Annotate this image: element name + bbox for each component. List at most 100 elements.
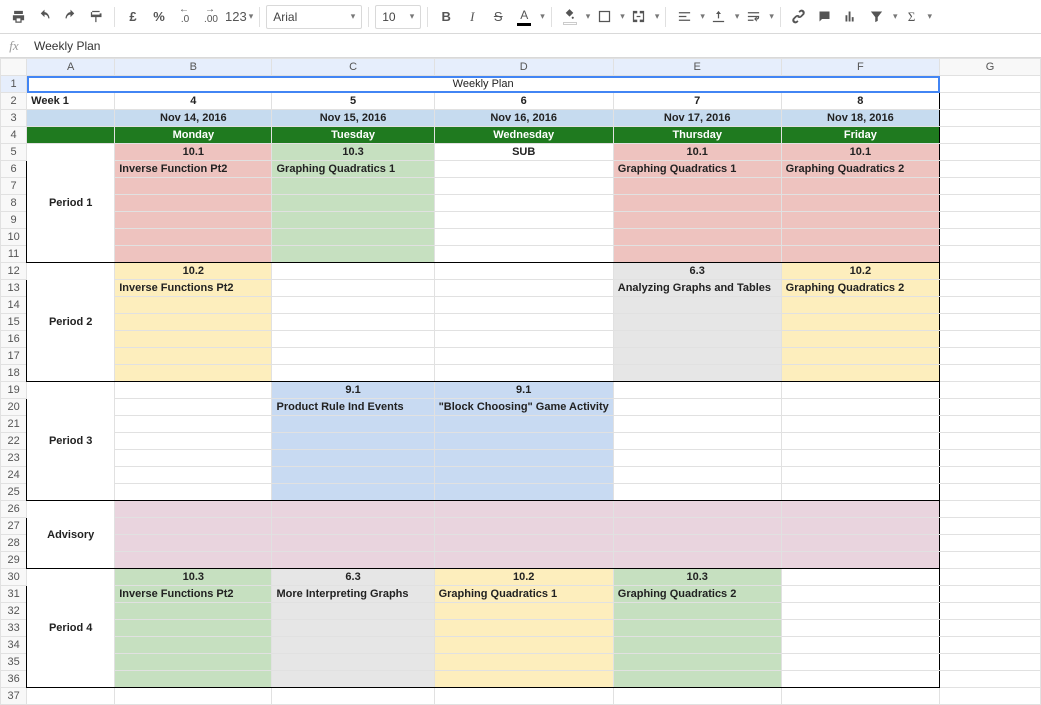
row-header[interactable]: 35 (1, 654, 27, 671)
period-label-cell[interactable]: Period 2 (27, 263, 115, 382)
date-cell[interactable]: Nov 17, 2016 (613, 110, 781, 127)
chart-button[interactable] (839, 5, 863, 29)
lesson-fill-cell[interactable] (434, 178, 613, 195)
advisory-fill-cell[interactable] (272, 552, 434, 569)
lesson-fill-cell[interactable] (613, 416, 781, 433)
col-header[interactable]: C (272, 59, 434, 76)
lesson-fill-cell[interactable] (613, 246, 781, 263)
filter-button[interactable] (865, 5, 889, 29)
lesson-topic-cell[interactable] (613, 399, 781, 416)
lesson-num-cell[interactable]: SUB (434, 144, 613, 161)
lesson-fill-cell[interactable] (781, 637, 939, 654)
day-cell[interactable]: Wednesday (434, 127, 613, 144)
borders-button[interactable] (592, 5, 616, 29)
lesson-fill-cell[interactable] (781, 671, 939, 688)
period-label-cell[interactable]: Advisory (27, 501, 115, 569)
cell[interactable] (940, 671, 1041, 688)
lesson-fill-cell[interactable] (781, 195, 939, 212)
lesson-topic-cell[interactable]: Graphing Quadratics 1 (434, 586, 613, 603)
lesson-fill-cell[interactable] (115, 467, 272, 484)
undo-icon[interactable] (32, 5, 56, 29)
lesson-fill-cell[interactable] (613, 467, 781, 484)
lesson-fill-cell[interactable] (781, 603, 939, 620)
comment-button[interactable] (813, 5, 837, 29)
h-align-button[interactable] (672, 5, 696, 29)
lesson-fill-cell[interactable] (613, 654, 781, 671)
lesson-fill-cell[interactable] (115, 620, 272, 637)
row-header[interactable]: 31 (1, 586, 27, 603)
lesson-num-cell[interactable] (115, 382, 272, 399)
lesson-num-cell[interactable]: 10.1 (781, 144, 939, 161)
row-header[interactable]: 10 (1, 229, 27, 246)
cell[interactable] (115, 688, 272, 705)
week-label-cell[interactable]: Week 1 (27, 93, 115, 110)
lesson-fill-cell[interactable] (272, 348, 434, 365)
row-header[interactable]: 23 (1, 450, 27, 467)
row-header[interactable]: 36 (1, 671, 27, 688)
lesson-fill-cell[interactable] (434, 433, 613, 450)
lesson-fill-cell[interactable] (613, 484, 781, 501)
text-color-dropdown[interactable]: ▾ (540, 11, 545, 22)
advisory-fill-cell[interactable] (115, 535, 272, 552)
lesson-num-cell[interactable]: 6.3 (613, 263, 781, 280)
cell[interactable] (940, 552, 1041, 569)
lesson-fill-cell[interactable] (434, 212, 613, 229)
lesson-num-cell[interactable]: 10.2 (781, 263, 939, 280)
row-header[interactable]: 4 (1, 127, 27, 144)
lesson-fill-cell[interactable] (781, 331, 939, 348)
currency-button[interactable]: £ (121, 5, 145, 29)
cell[interactable] (940, 518, 1041, 535)
lesson-fill-cell[interactable] (115, 416, 272, 433)
lesson-fill-cell[interactable] (434, 348, 613, 365)
lesson-fill-cell[interactable] (115, 178, 272, 195)
lesson-fill-cell[interactable] (781, 348, 939, 365)
lesson-fill-cell[interactable] (272, 365, 434, 382)
lesson-fill-cell[interactable] (115, 637, 272, 654)
lesson-num-cell[interactable]: 10.1 (115, 144, 272, 161)
lesson-fill-cell[interactable] (434, 297, 613, 314)
period-label-cell[interactable]: Period 3 (27, 382, 115, 501)
lesson-fill-cell[interactable] (434, 654, 613, 671)
lesson-num-cell[interactable]: 10.2 (115, 263, 272, 280)
advisory-fill-cell[interactable] (115, 501, 272, 518)
cell[interactable] (940, 382, 1041, 399)
cell[interactable] (940, 450, 1041, 467)
col-header[interactable]: B (115, 59, 272, 76)
lesson-num-cell[interactable]: 10.2 (434, 569, 613, 586)
day-cell[interactable]: Monday (115, 127, 272, 144)
lesson-fill-cell[interactable] (781, 365, 939, 382)
lesson-fill-cell[interactable] (613, 178, 781, 195)
lesson-fill-cell[interactable] (613, 450, 781, 467)
lesson-fill-cell[interactable] (272, 603, 434, 620)
lesson-fill-cell[interactable] (272, 637, 434, 654)
fill-color-dropdown[interactable]: ▾ (586, 11, 591, 22)
lesson-fill-cell[interactable] (272, 246, 434, 263)
lesson-fill-cell[interactable] (272, 416, 434, 433)
lesson-topic-cell[interactable]: Graphing Quadratics 1 (272, 161, 434, 178)
cell[interactable] (940, 569, 1041, 586)
cell[interactable] (940, 331, 1041, 348)
row-header[interactable]: 5 (1, 144, 27, 161)
advisory-fill-cell[interactable] (781, 518, 939, 535)
cell[interactable] (940, 654, 1041, 671)
lesson-fill-cell[interactable] (781, 212, 939, 229)
lesson-fill-cell[interactable] (115, 671, 272, 688)
lesson-fill-cell[interactable] (115, 314, 272, 331)
lesson-fill-cell[interactable] (434, 331, 613, 348)
advisory-fill-cell[interactable] (613, 535, 781, 552)
lesson-fill-cell[interactable] (272, 297, 434, 314)
lesson-topic-cell[interactable] (115, 399, 272, 416)
row-header[interactable]: 34 (1, 637, 27, 654)
period-label-cell[interactable]: Period 1 (27, 144, 115, 263)
lesson-fill-cell[interactable] (434, 620, 613, 637)
wrap-button[interactable] (741, 5, 765, 29)
lesson-fill-cell[interactable] (781, 229, 939, 246)
lesson-fill-cell[interactable] (115, 603, 272, 620)
advisory-fill-cell[interactable] (115, 552, 272, 569)
lesson-num-cell[interactable]: 9.1 (434, 382, 613, 399)
lesson-topic-cell[interactable]: Analyzing Graphs and Tables (613, 280, 781, 297)
lesson-fill-cell[interactable] (613, 229, 781, 246)
lesson-fill-cell[interactable] (613, 212, 781, 229)
cell[interactable] (940, 433, 1041, 450)
lesson-topic-cell[interactable]: Graphing Quadratics 2 (781, 280, 939, 297)
